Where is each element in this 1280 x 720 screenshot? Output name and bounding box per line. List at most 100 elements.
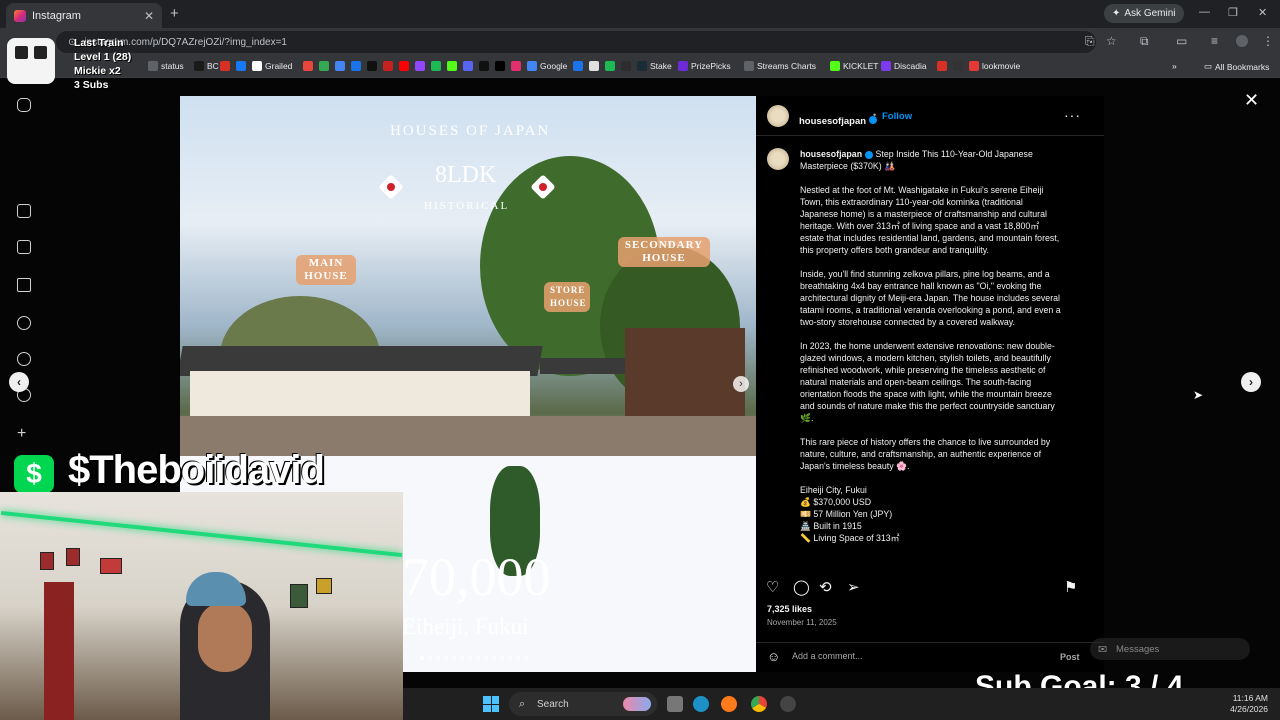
bookmark-item[interactable]: lookmovie bbox=[969, 61, 1020, 71]
reels-icon[interactable] bbox=[17, 240, 31, 254]
bookmark-item[interactable] bbox=[937, 61, 947, 71]
home-icon[interactable] bbox=[17, 204, 31, 218]
carousel-dot[interactable] bbox=[468, 656, 472, 660]
address-bar[interactable]: ⊙ instagram.com/p/DQ7AZrejOZi/?img_index… bbox=[56, 31, 1096, 53]
taskbar-search[interactable]: ⌕ Search bbox=[509, 692, 657, 716]
bookmark-item[interactable] bbox=[605, 61, 615, 71]
bookmark-item[interactable] bbox=[621, 61, 631, 71]
carousel-dot[interactable] bbox=[476, 656, 480, 660]
carousel-dot[interactable] bbox=[524, 656, 528, 660]
bookmark-item[interactable] bbox=[495, 61, 505, 71]
like-count[interactable]: 7,325 likes bbox=[767, 604, 812, 614]
carousel-dot[interactable] bbox=[516, 656, 520, 660]
bookmark-item[interactable]: KICKLET bbox=[830, 61, 878, 71]
bookmark-item[interactable]: BC bbox=[194, 61, 219, 71]
carousel-dot[interactable] bbox=[508, 656, 512, 660]
post-comment-button[interactable]: Post bbox=[1060, 652, 1080, 662]
bookmark-item[interactable] bbox=[589, 61, 599, 71]
carousel-dot[interactable] bbox=[428, 656, 432, 660]
share-icon[interactable]: ➢ bbox=[847, 578, 860, 596]
more-options-icon[interactable]: ··· bbox=[1064, 107, 1081, 123]
media-next-chevron-icon[interactable]: › bbox=[733, 376, 749, 392]
restore-icon[interactable]: ❐ bbox=[1228, 6, 1238, 19]
bookmark-item[interactable] bbox=[431, 61, 441, 71]
bookmark-item[interactable]: Streams Charts bbox=[744, 61, 816, 71]
all-bookmarks-folder[interactable]: ▭ All Bookmarks bbox=[1204, 61, 1269, 72]
bookmark-item[interactable]: PrizePicks bbox=[678, 61, 731, 71]
ask-gemini-button[interactable]: ✦ Ask Gemini bbox=[1104, 4, 1184, 23]
carousel-dot[interactable] bbox=[444, 656, 448, 660]
task-view-icon[interactable] bbox=[667, 696, 683, 712]
profile-avatar[interactable] bbox=[1236, 35, 1248, 47]
prev-post-chevron-icon[interactable]: ‹ bbox=[9, 372, 29, 392]
bookmark-item[interactable] bbox=[383, 61, 393, 71]
bookmark-item[interactable] bbox=[220, 61, 230, 71]
bookmark-item[interactable] bbox=[953, 61, 963, 71]
system-clock[interactable]: 11:16 AM 4/26/2026 bbox=[1218, 693, 1268, 715]
bookmark-item[interactable] bbox=[319, 61, 329, 71]
caption-avatar[interactable] bbox=[767, 148, 789, 170]
bookmarks-overflow-icon[interactable]: » bbox=[1172, 61, 1177, 71]
save-bookmark-icon[interactable]: ⚑ bbox=[1064, 578, 1077, 596]
mouse-cursor-icon: ➤ bbox=[1193, 388, 1204, 402]
author-username[interactable]: housesofjapan bbox=[799, 116, 866, 127]
carousel-dot[interactable] bbox=[484, 656, 488, 660]
like-heart-icon[interactable]: ♡ bbox=[766, 578, 779, 596]
carousel-dot[interactable] bbox=[452, 656, 456, 660]
firefox-icon[interactable] bbox=[721, 696, 737, 712]
menu-kebab-icon[interactable]: ⋮ bbox=[1262, 34, 1274, 48]
follow-button[interactable]: Follow bbox=[882, 111, 912, 122]
caption-username[interactable]: housesofjapan bbox=[800, 149, 862, 159]
post-author[interactable]: housesofjapan bbox=[799, 111, 878, 129]
comment-icon[interactable]: ◯ bbox=[793, 578, 810, 596]
bookmark-item[interactable] bbox=[511, 61, 521, 71]
bookmark-item[interactable] bbox=[351, 61, 361, 71]
carousel-dot[interactable] bbox=[492, 656, 496, 660]
new-tab-button[interactable]: + bbox=[170, 5, 179, 22]
install-app-icon[interactable]: ⎘ bbox=[1085, 34, 1095, 49]
carousel-dot[interactable] bbox=[420, 656, 424, 660]
tab-instagram[interactable]: Instagram ✕ bbox=[6, 3, 162, 28]
next-post-chevron-icon[interactable]: › bbox=[1241, 372, 1261, 392]
bookmark-item[interactable] bbox=[335, 61, 345, 71]
avatar[interactable] bbox=[767, 105, 789, 127]
bookmark-item[interactable] bbox=[303, 61, 313, 71]
window-close-icon[interactable]: ✕ bbox=[1258, 6, 1267, 19]
repost-icon[interactable]: ⟲ bbox=[819, 578, 832, 596]
bookmark-item[interactable]: status bbox=[148, 61, 184, 71]
explore-icon[interactable] bbox=[17, 352, 31, 366]
bookmark-item[interactable] bbox=[463, 61, 473, 71]
windows-start-icon[interactable] bbox=[483, 696, 499, 712]
carousel-dot[interactable] bbox=[500, 656, 504, 660]
instagram-logo-icon[interactable] bbox=[17, 98, 31, 112]
minimize-icon[interactable]: — bbox=[1199, 6, 1210, 18]
bookmark-item[interactable] bbox=[399, 61, 409, 71]
bookmark-star-icon[interactable]: ☆ bbox=[1106, 34, 1117, 48]
bookmark-item[interactable] bbox=[367, 61, 377, 71]
emoji-icon[interactable]: ☺ bbox=[767, 649, 780, 664]
bookmark-item[interactable] bbox=[447, 61, 457, 71]
messages-button[interactable]: ✉ Messages bbox=[1090, 638, 1250, 660]
send-icon[interactable] bbox=[17, 278, 31, 292]
edge-icon[interactable] bbox=[693, 696, 709, 712]
chrome-icon[interactable] bbox=[751, 696, 767, 712]
modal-close-icon[interactable]: ✕ bbox=[1244, 90, 1259, 111]
bookmark-item[interactable] bbox=[479, 61, 489, 71]
bookmark-item[interactable] bbox=[415, 61, 425, 71]
tab-search-icon[interactable]: ≡ bbox=[1211, 34, 1218, 48]
carousel-dot[interactable] bbox=[436, 656, 440, 660]
bookmark-item[interactable]: Discadia bbox=[881, 61, 927, 71]
obs-icon[interactable] bbox=[780, 696, 796, 712]
sidepanel-icon[interactable]: ▭ bbox=[1176, 34, 1187, 48]
carousel-dot[interactable] bbox=[460, 656, 464, 660]
create-icon[interactable]: + bbox=[17, 426, 31, 442]
comment-input[interactable] bbox=[792, 651, 1042, 661]
tab-close-icon[interactable]: ✕ bbox=[144, 9, 154, 23]
bookmark-item[interactable] bbox=[236, 61, 246, 71]
bookmark-item[interactable]: Grailed bbox=[252, 61, 292, 71]
bookmark-item[interactable] bbox=[573, 61, 583, 71]
bookmark-item[interactable]: Google bbox=[527, 61, 567, 71]
search-icon[interactable] bbox=[17, 316, 31, 330]
bookmark-item[interactable]: Stake bbox=[637, 61, 672, 71]
extensions-icon[interactable]: ⧉ bbox=[1140, 34, 1149, 49]
